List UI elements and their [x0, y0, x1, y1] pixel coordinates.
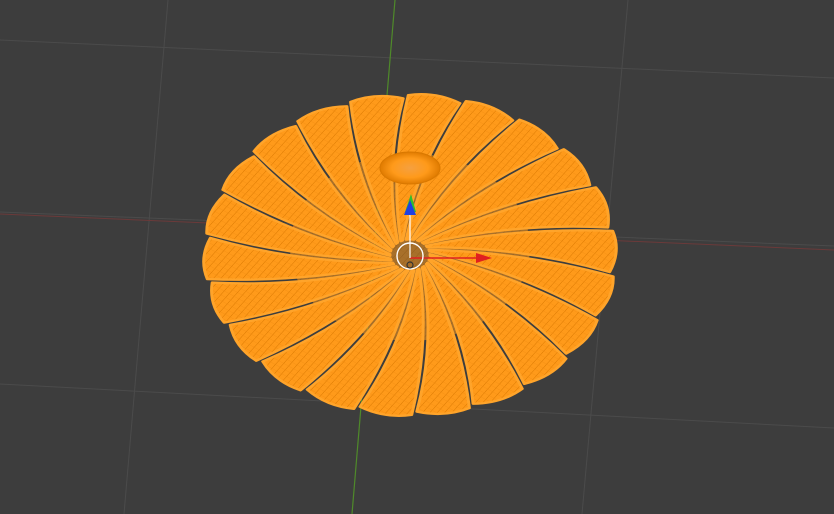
grid-line	[123, 0, 169, 514]
3d-viewport[interactable]	[0, 0, 834, 514]
viewport-canvas[interactable]	[0, 0, 834, 514]
grid-line	[0, 39, 834, 79]
turbine-hub[interactable]	[379, 151, 441, 185]
